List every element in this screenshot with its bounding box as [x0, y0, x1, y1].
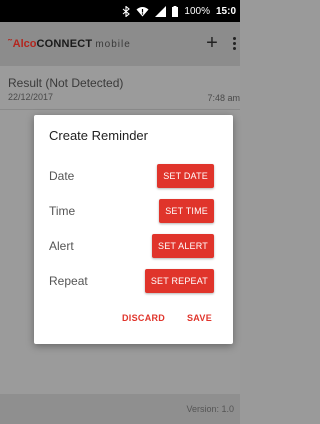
- repeat-label: Repeat: [49, 274, 88, 288]
- dialog-title: Create Reminder: [49, 128, 148, 143]
- repeat-row: Repeat SET REPEAT: [34, 269, 233, 293]
- version-label: Version: 1.0: [186, 404, 234, 414]
- logo-mark-icon: ˜: [8, 38, 12, 50]
- time-label: Time: [49, 204, 76, 218]
- bluetooth-icon: [122, 5, 131, 17]
- overflow-menu-icon[interactable]: [228, 32, 240, 54]
- app-bar: ˜ Alco CONNECT mobile +: [0, 22, 240, 66]
- date-row: Date SET DATE: [34, 164, 233, 188]
- dialog-actions: DISCARD SAVE: [34, 313, 233, 331]
- brand-alco: Alco: [12, 38, 37, 50]
- save-button[interactable]: SAVE: [187, 313, 212, 323]
- brand-connect: CONNECT: [36, 38, 93, 50]
- signal-icon: [155, 5, 167, 17]
- result-time: 7:48 am: [207, 93, 240, 103]
- brand-mobile: mobile: [95, 39, 131, 50]
- alert-row: Alert SET ALERT: [34, 234, 233, 258]
- footer: Version: 1.0: [0, 394, 240, 424]
- clock: 15:0: [215, 5, 236, 17]
- alert-label: Alert: [49, 239, 74, 253]
- discard-button[interactable]: DISCARD: [122, 313, 165, 323]
- time-row: Time SET TIME: [34, 199, 233, 223]
- set-date-button[interactable]: SET DATE: [157, 164, 214, 188]
- set-time-button[interactable]: SET TIME: [159, 199, 214, 223]
- set-repeat-button[interactable]: SET REPEAT: [144, 269, 214, 293]
- result-date: 22/12/2017: [8, 92, 54, 102]
- date-label: Date: [49, 169, 75, 183]
- result-title: Result (Not Detected): [8, 76, 124, 90]
- list-item[interactable]: Result (Not Detected) 22/12/2017 7:48 am: [0, 66, 240, 110]
- wifi-icon: [136, 6, 149, 17]
- status-bar: 100% 15:0: [0, 0, 240, 22]
- add-button[interactable]: +: [204, 32, 220, 54]
- battery-icon: [172, 5, 179, 17]
- create-reminder-dialog: Create Reminder Date SET DATE Time SET T…: [34, 115, 233, 344]
- battery-percent: 100%: [184, 5, 210, 17]
- app-logo: ˜ Alco CONNECT mobile: [8, 38, 131, 50]
- set-alert-button[interactable]: SET ALERT: [152, 234, 214, 258]
